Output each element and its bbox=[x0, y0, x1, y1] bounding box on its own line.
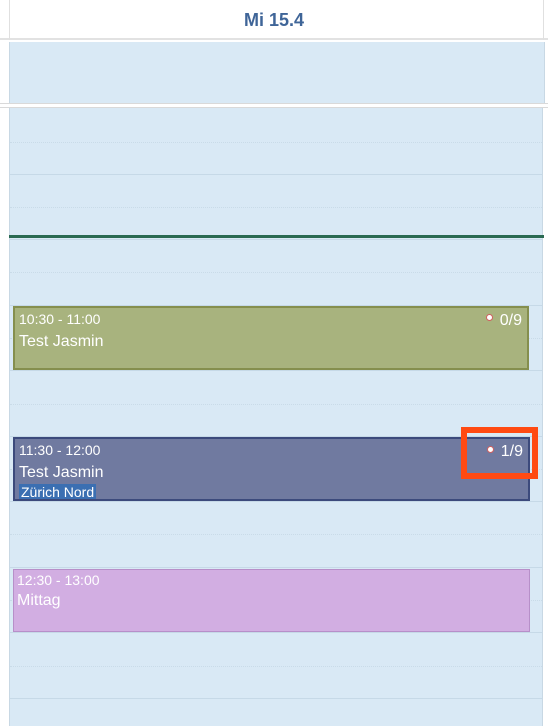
grid-line bbox=[10, 207, 542, 208]
grid-line bbox=[10, 404, 542, 405]
right-gutter bbox=[543, 108, 548, 726]
grid-line bbox=[10, 698, 542, 699]
highlight-box bbox=[461, 427, 538, 479]
grid-line bbox=[10, 666, 542, 667]
day-grid[interactable] bbox=[9, 108, 543, 726]
day-column-header[interactable]: Mi 15.4 bbox=[0, 10, 548, 31]
time-gutter bbox=[0, 108, 9, 726]
grid-line bbox=[10, 239, 542, 240]
participant-count: 0/9 bbox=[499, 312, 522, 329]
grid-line bbox=[10, 567, 542, 568]
calendar-event[interactable]: 12:30 - 13:00 Mittag bbox=[13, 569, 530, 632]
grid-line bbox=[10, 272, 542, 273]
all-day-row[interactable] bbox=[9, 42, 545, 103]
grid-line bbox=[10, 632, 542, 633]
grid-line bbox=[10, 534, 542, 535]
event-title: Mittag bbox=[17, 592, 61, 609]
calendar-event[interactable]: 10:30 - 11:00 Test Jasmin 0/9 bbox=[13, 306, 529, 370]
event-location: Zürich Nord bbox=[19, 484, 97, 500]
grid-line bbox=[10, 142, 542, 143]
current-time-indicator bbox=[9, 235, 544, 238]
event-time: 10:30 - 11:00 bbox=[19, 311, 101, 327]
calendar-header: Mi 15.4 bbox=[0, 0, 548, 40]
event-time: 11:30 - 12:00 bbox=[19, 442, 101, 458]
grid-line bbox=[10, 174, 542, 175]
grid-line bbox=[10, 501, 542, 502]
calendar-event[interactable]: 11:30 - 12:00 Test Jasmin Zürich Nord 1/… bbox=[13, 437, 530, 501]
header-right-edge bbox=[543, 0, 548, 40]
event-time: 12:30 - 13:00 bbox=[17, 572, 100, 588]
grid-line bbox=[10, 370, 542, 371]
event-title: Test Jasmin bbox=[19, 464, 104, 481]
event-title: Test Jasmin bbox=[19, 333, 104, 350]
status-dot-icon bbox=[486, 314, 493, 321]
